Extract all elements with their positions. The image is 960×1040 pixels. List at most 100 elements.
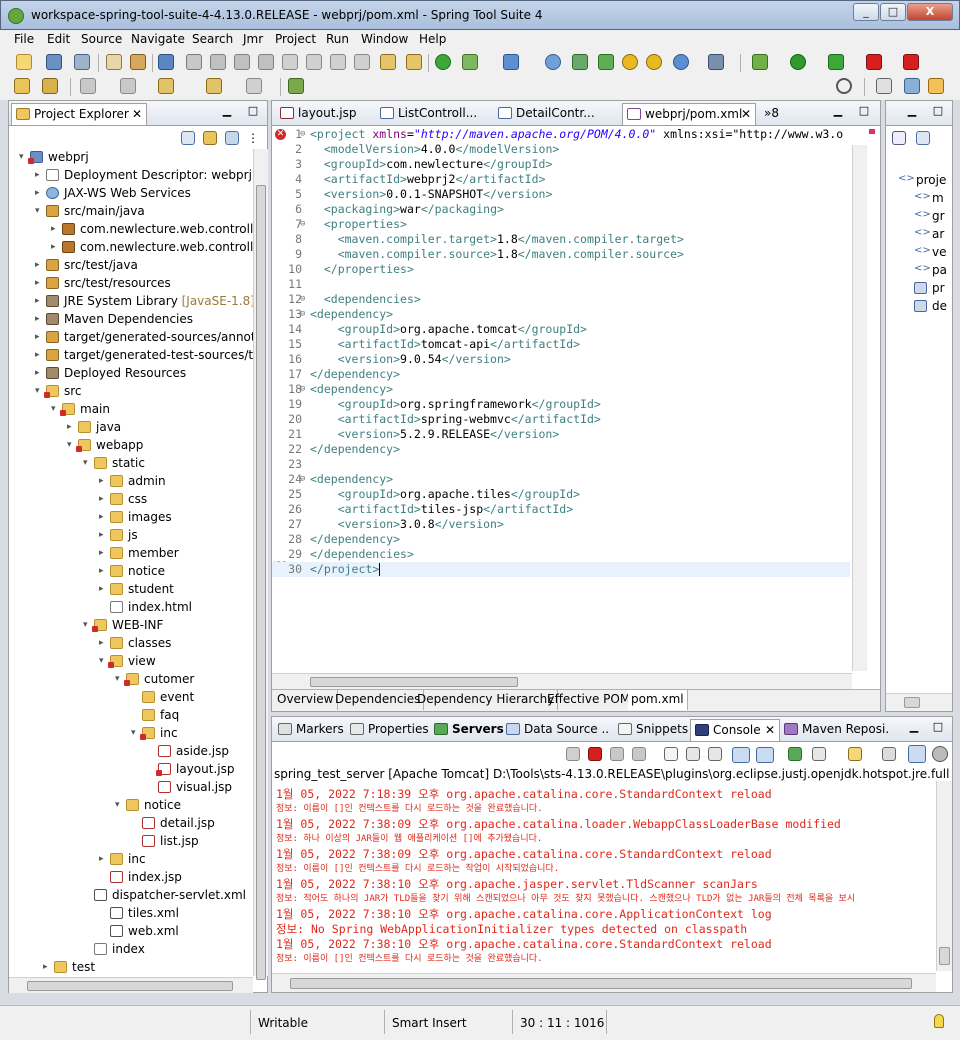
search-icon[interactable] <box>836 78 852 94</box>
back-icon[interactable] <box>206 78 222 94</box>
tree-item[interactable]: ▸ student <box>9 580 253 598</box>
menu-project[interactable]: Project <box>275 32 316 46</box>
tree-item[interactable]: index.html <box>9 598 253 616</box>
bug-icon[interactable] <box>598 54 614 70</box>
editor-hscrollbar[interactable] <box>272 673 852 689</box>
tree-item[interactable]: index.jsp <box>9 868 253 886</box>
tree-item[interactable]: ▸ css <box>9 490 253 508</box>
expanded-arrow-icon[interactable]: ▾ <box>35 202 45 220</box>
remove-all-terminated-icon[interactable] <box>610 747 624 761</box>
open-console-icon[interactable] <box>848 747 862 761</box>
xml-source-editor[interactable]: 1 ⊖ <project xmlns="http://maven.apache.or… <box>272 127 850 672</box>
tree-item[interactable]: faq <box>9 706 253 724</box>
tip-lightbulb-icon[interactable] <box>934 1014 944 1028</box>
collapsed-arrow-icon[interactable]: ▸ <box>51 220 61 238</box>
menu-search[interactable]: Search <box>192 32 233 46</box>
code-line[interactable]: 28 </dependency> <box>272 532 850 547</box>
menu-run[interactable]: Run <box>326 32 349 46</box>
code-line[interactable]: 4 <artifactId>webprj2</artifactId> <box>272 172 850 187</box>
scroll-thumb[interactable] <box>310 677 518 687</box>
collapsed-arrow-icon[interactable]: ▸ <box>99 490 109 508</box>
code-line[interactable]: 26 <artifactId>tiles-jsp</artifactId> <box>272 502 850 517</box>
fold-toggle-icon[interactable]: ⊖ <box>300 382 305 397</box>
collapse-all-icon[interactable] <box>916 131 930 145</box>
collapsed-arrow-icon[interactable]: ▸ <box>99 634 109 652</box>
collapsed-arrow-icon[interactable]: ▸ <box>99 526 109 544</box>
terminate-icon[interactable] <box>588 747 602 761</box>
console-output[interactable]: 1월 05, 2022 7:18:39 오후 org.apache.catali… <box>272 781 932 971</box>
menu-file[interactable]: File <box>14 32 34 46</box>
outline-item[interactable]: <> proje <box>886 171 952 189</box>
menu-window[interactable]: Window <box>361 32 408 46</box>
collapsed-arrow-icon[interactable]: ▸ <box>35 166 45 184</box>
tree-item[interactable]: ▾ static <box>9 454 253 472</box>
close-icon[interactable]: ✕ <box>132 104 142 124</box>
code-line[interactable]: 25 <groupId>org.apache.tiles</groupId> <box>272 487 850 502</box>
subtab-pom-xml[interactable]: pom.xml <box>628 690 688 710</box>
tree-item[interactable]: ▸ inc <box>9 850 253 868</box>
tree-item[interactable]: ▾ inc <box>9 724 253 742</box>
menu-help[interactable]: Help <box>419 32 446 46</box>
code-line[interactable]: 12 ⊖ <dependencies> <box>272 292 850 307</box>
minimize-button[interactable]: _ <box>853 3 879 21</box>
minimize-view-icon[interactable]: ▁ <box>221 105 233 118</box>
menu-jmr[interactable]: Jmr <box>243 32 263 46</box>
outline-item[interactable]: <> gr <box>886 207 952 225</box>
collapsed-arrow-icon[interactable]: ▸ <box>99 544 109 562</box>
show-on-stdout-icon[interactable] <box>732 747 750 763</box>
outline-hscrollbar[interactable] <box>886 693 952 711</box>
step-over-icon[interactable] <box>330 54 346 70</box>
code-line[interactable]: 22 </dependency> <box>272 442 850 457</box>
tree-item[interactable]: ▸ Deployment Descriptor: webprj <box>9 166 253 184</box>
code-line[interactable]: 10 </properties> <box>272 262 850 277</box>
maximize-view-icon[interactable]: □ <box>247 105 259 118</box>
expanded-arrow-icon[interactable]: ▾ <box>115 796 125 814</box>
tree-item[interactable]: event <box>9 688 253 706</box>
collapsed-arrow-icon[interactable]: ▸ <box>99 562 109 580</box>
code-line[interactable]: 8 <maven.compiler.target>1.8</maven.comp… <box>272 232 850 247</box>
subtab-overview[interactable]: Overview <box>274 690 338 710</box>
tab-pom-xml[interactable]: webprj/pom.xml ✕ <box>622 103 756 125</box>
scroll-thumb[interactable] <box>904 697 920 708</box>
maximize-view-icon[interactable]: □ <box>932 105 944 118</box>
toggle-icon[interactable] <box>708 54 724 70</box>
code-line[interactable]: 7 ⊖ <properties> <box>272 217 850 232</box>
code-line[interactable]: 1 ⊖ <project xmlns="http://maven.apache.or… <box>272 127 850 142</box>
tree-item[interactable]: ▸ target/generated-sources/annotatio <box>9 328 253 346</box>
console-icon[interactable] <box>158 54 174 70</box>
code-line[interactable]: 23 <box>272 457 850 472</box>
tree-item[interactable]: tiles.xml <box>9 904 253 922</box>
fold-toggle-icon[interactable]: ⊖ <box>300 472 305 487</box>
show-on-stderr-icon[interactable] <box>756 747 774 763</box>
run-icon[interactable] <box>790 54 806 70</box>
close-icon[interactable]: ✕ <box>741 104 751 124</box>
tree-item[interactable]: ▸ src/test/java <box>9 256 253 274</box>
tab-properties[interactable]: Properties <box>346 719 430 741</box>
tree-item[interactable]: ▾ main <box>9 400 253 418</box>
save-icon[interactable] <box>46 54 62 70</box>
sort-icon[interactable] <box>892 131 906 145</box>
collapsed-arrow-icon[interactable]: ▸ <box>35 184 45 202</box>
collapsed-arrow-icon[interactable]: ▸ <box>51 238 61 256</box>
stop-icon[interactable] <box>866 54 882 70</box>
code-line[interactable]: 29 </dependencies> <box>272 547 850 562</box>
collapsed-arrow-icon[interactable]: ▸ <box>35 328 45 346</box>
globe-icon[interactable] <box>545 54 561 70</box>
start-server-icon[interactable] <box>435 54 451 70</box>
close-icon[interactable]: ✕ <box>765 720 775 740</box>
code-line[interactable]: 14 <groupId>org.apache.tomcat</groupId> <box>272 322 850 337</box>
tree-item[interactable]: ▾ WEB-INF <box>9 616 253 634</box>
clear-console-icon[interactable] <box>664 747 678 761</box>
collapsed-arrow-icon[interactable]: ▸ <box>99 508 109 526</box>
last-edit-icon[interactable] <box>158 78 174 94</box>
next-annotation-icon[interactable] <box>80 78 96 94</box>
scroll-thumb[interactable] <box>256 185 266 980</box>
tree-item[interactable]: ▸ target/generated-test-sources/test- <box>9 346 253 364</box>
subtab-dependency-hierarchy[interactable]: Dependency Hierarchy <box>414 690 559 710</box>
tree-item[interactable]: ▾ cutomer <box>9 670 253 688</box>
code-line[interactable]: 27 <version>3.0.8</version> <box>272 517 850 532</box>
web-browser-icon[interactable] <box>673 54 689 70</box>
open-folder-icon[interactable] <box>14 78 30 94</box>
tree-item[interactable]: ▾ notice <box>9 796 253 814</box>
tree-item[interactable]: ▾ src <box>9 382 253 400</box>
